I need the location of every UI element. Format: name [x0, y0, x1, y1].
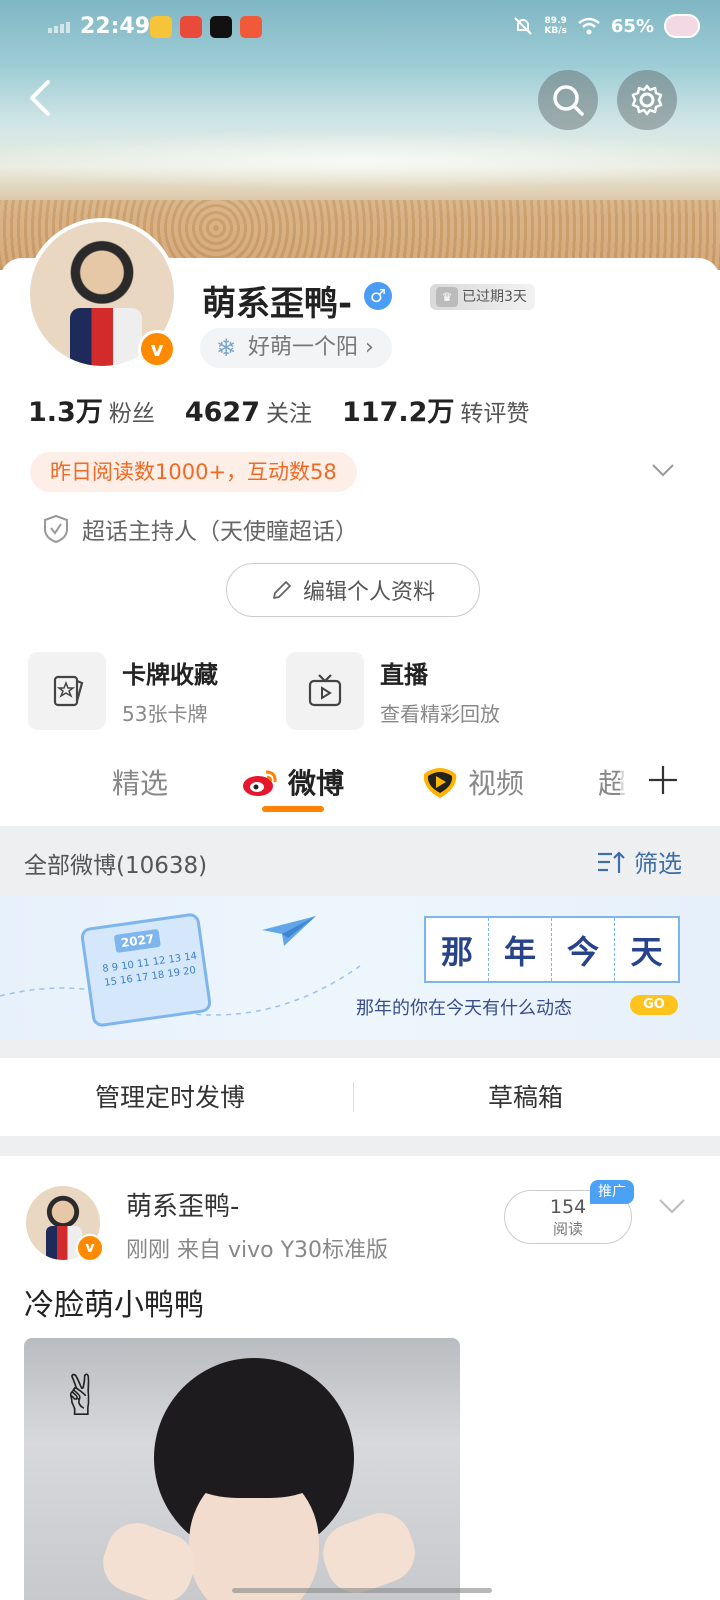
active-tab-indicator — [262, 806, 324, 812]
card-icon — [28, 652, 106, 730]
assistant-icon — [664, 14, 700, 38]
snowflake-icon: ❄ — [216, 334, 237, 362]
vip-status-tag[interactable]: ♛ 已过期3天 — [430, 284, 535, 310]
notification-icons — [150, 16, 262, 38]
tv-icon — [286, 652, 364, 730]
plus-icon — [649, 766, 677, 794]
home-indicator[interactable] — [232, 1588, 492, 1593]
gear-icon — [631, 84, 663, 116]
status-time: 22:49 — [80, 14, 151, 39]
post-actions-row: 管理定时发博 草稿箱 — [0, 1058, 720, 1136]
add-tab-button[interactable] — [620, 744, 706, 816]
stat-following[interactable]: 4627 关注 — [185, 394, 312, 428]
weibo-notif-icon-2 — [180, 16, 202, 38]
tiktok-notif-icon — [210, 16, 232, 38]
verified-badge-icon: v — [138, 330, 176, 368]
drafts-button[interactable]: 草稿箱 — [488, 1078, 563, 1114]
wifi-icon — [578, 17, 600, 35]
expand-chevron-icon[interactable] — [650, 460, 676, 480]
search-button[interactable] — [538, 70, 598, 130]
stat-likes[interactable]: 117.2万 转评赞 — [342, 390, 529, 429]
filter-sort-icon — [598, 850, 625, 873]
feature-card-collection[interactable]: 卡牌收藏 53张卡牌 — [28, 652, 218, 730]
status-right: 89.9 KB/s 65% — [512, 14, 700, 38]
weibo-icon — [243, 770, 277, 796]
cover-wave — [0, 130, 720, 190]
profile-tabs: 精选 微博 视频 超 — [0, 748, 720, 820]
feature-subtitle: 53张卡牌 — [122, 702, 208, 726]
weibo-notif-icon — [150, 16, 172, 38]
go-button[interactable]: GO — [630, 995, 678, 1015]
pencil-icon — [273, 581, 291, 599]
filter-button[interactable]: 筛选 — [596, 844, 682, 879]
back-arrow-icon — [30, 80, 50, 116]
image-fringe — [174, 1408, 334, 1498]
feature-title: 卡牌收藏 — [122, 661, 218, 689]
peace-sign-emoji: ✌ — [58, 1364, 105, 1429]
shield-icon — [44, 514, 68, 544]
search-icon — [553, 85, 584, 116]
stat-followers[interactable]: 1.3万 粉丝 — [28, 390, 155, 429]
feed-filter-bar: 全部微博(10638) 筛选 — [0, 826, 720, 896]
back-button[interactable] — [22, 78, 62, 118]
post-text: 冷脸萌小鸭鸭 — [24, 1288, 204, 1323]
net-speed: 89.9 KB/s — [544, 16, 567, 36]
feature-live[interactable]: 直播 查看精彩回放 — [286, 652, 500, 730]
fan-group-pill[interactable]: ❄ 好萌一个阳 › — [200, 328, 392, 368]
status-bar: 22:49 89.9 KB/s 65% — [0, 0, 720, 56]
calendar-illustration-icon: 2027 8 9 10 11 12 13 14 15 16 17 18 19 2… — [79, 912, 213, 1028]
post-author-name[interactable]: 萌系歪鸭- — [126, 1186, 239, 1223]
tab-featured[interactable]: 精选 — [112, 762, 168, 802]
avatar-figure — [70, 308, 142, 366]
post-meta: 刚刚 来自 vivo Y30标准版 — [126, 1238, 389, 1263]
paper-plane-icon — [262, 916, 316, 946]
settings-button[interactable] — [617, 70, 677, 130]
feature-subtitle: 查看精彩回放 — [380, 702, 500, 726]
all-weibo-count[interactable]: 全部微博(10638) — [24, 846, 207, 880]
signal-icon — [48, 22, 70, 33]
post-image[interactable]: ✌ — [24, 1338, 460, 1600]
username: 萌系歪鸭- — [202, 284, 353, 324]
feature-title: 直播 — [380, 661, 428, 689]
post-menu-chevron-icon[interactable] — [658, 1196, 686, 1216]
divider — [353, 1082, 354, 1112]
tab-video[interactable]: 视频 — [420, 762, 524, 802]
scheduled-posts-button[interactable]: 管理定时发博 — [95, 1078, 245, 1114]
reads-summary-pill[interactable]: 昨日阅读数1000+，互动数58 — [30, 452, 357, 492]
profile-stats: 1.3万 粉丝 4627 关注 117.2万 转评赞 — [28, 390, 529, 429]
crown-icon: ♛ — [436, 287, 458, 307]
on-this-day-title: 那 年 今 天 — [424, 916, 680, 983]
tab-weibo[interactable]: 微博 — [240, 762, 344, 802]
supertopic-host-row[interactable]: 超话主持人（天使瞳超话） — [42, 512, 358, 546]
section-gap — [0, 1136, 720, 1156]
app-notif-icon — [240, 16, 262, 38]
verified-badge-icon: v — [76, 1234, 104, 1262]
on-this-day-subtitle: 那年的你在今天有什么动态 — [356, 998, 572, 1019]
edit-profile-button[interactable]: 编辑个人资料 — [226, 563, 480, 617]
section-gap — [0, 1040, 720, 1058]
video-icon — [423, 768, 457, 798]
battery-level: 65% — [610, 15, 654, 37]
promote-tag[interactable]: 推广 — [590, 1180, 634, 1204]
mute-bell-icon — [514, 17, 533, 35]
male-icon: ♂ — [364, 282, 392, 310]
